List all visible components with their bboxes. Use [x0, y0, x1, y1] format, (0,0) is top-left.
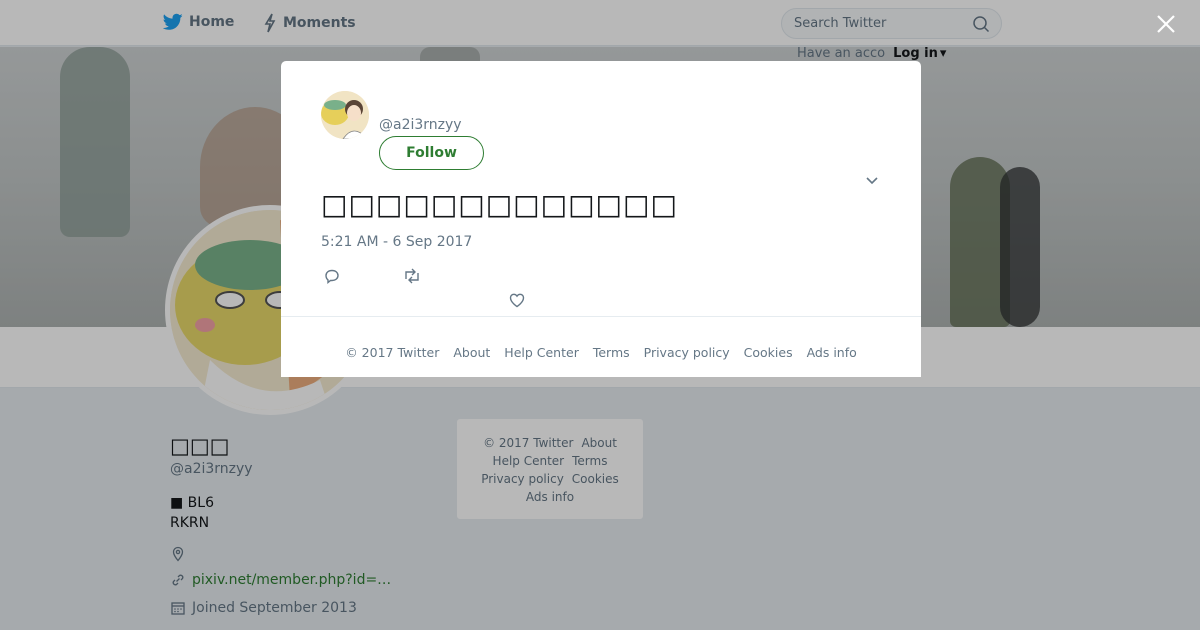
tweet-modal: @a2i3rnzyy Follow □□□□□□□□□□□□□ 5:21 AM …	[281, 61, 921, 316]
footer-privacy-link[interactable]: Privacy policy	[644, 345, 730, 360]
modal-footer: © 2017 Twitter About Help Center Terms P…	[281, 316, 921, 377]
tweet-timestamp[interactable]: 5:21 AM - 6 Sep 2017	[321, 234, 472, 250]
footer-about-link[interactable]: About	[453, 345, 490, 360]
footer-cookies-link[interactable]: Cookies	[744, 345, 793, 360]
follow-button[interactable]: Follow	[379, 136, 484, 170]
reply-icon[interactable]	[323, 267, 341, 285]
footer-terms-link[interactable]: Terms	[593, 345, 630, 360]
footer-help-link[interactable]: Help Center	[504, 345, 579, 360]
retweet-icon[interactable]	[402, 267, 422, 285]
close-icon[interactable]	[1154, 12, 1178, 36]
chevron-down-icon[interactable]	[865, 173, 879, 187]
footer-ads-link[interactable]: Ads info	[807, 345, 857, 360]
tweet-author-handle[interactable]: @a2i3rnzyy	[379, 117, 462, 133]
footer-copyright: © 2017 Twitter	[345, 345, 440, 360]
tweet-author-avatar[interactable]	[321, 91, 369, 139]
tweet-text: □□□□□□□□□□□□□	[321, 188, 678, 221]
like-heart-icon[interactable]	[508, 291, 526, 309]
